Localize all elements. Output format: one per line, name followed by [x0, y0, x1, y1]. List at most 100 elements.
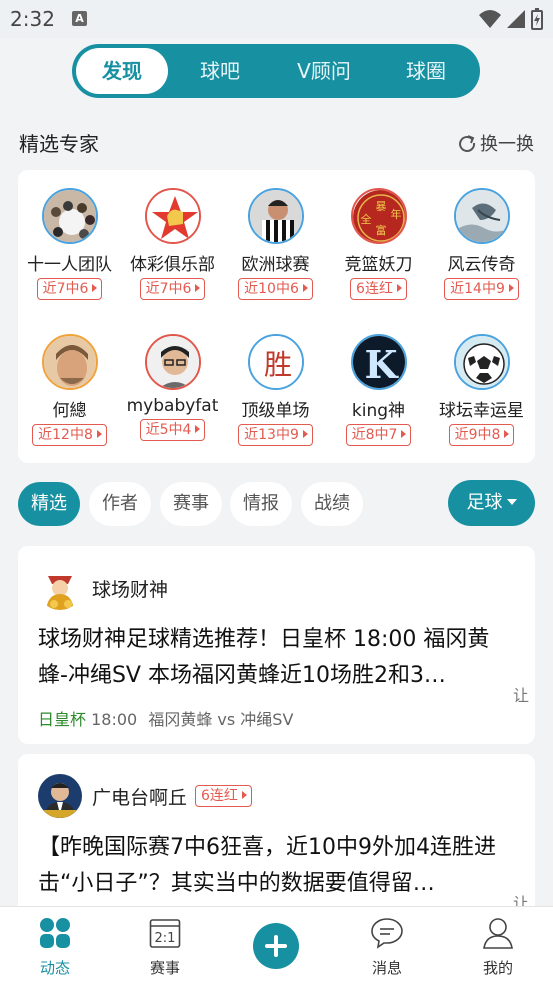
filter-intel[interactable]: 情报 — [230, 482, 292, 526]
nav-profile[interactable]: 我的 — [443, 907, 553, 984]
logo-char: 富 — [375, 223, 386, 237]
experts-grid: 十一人团队 近7中6 体彩俱乐部 近7中6 欧洲球赛 近10中6 暴全 年富 竞篮… — [18, 170, 535, 463]
tab-discover[interactable]: 发现 — [76, 48, 168, 94]
nav-label: 我的 — [482, 959, 513, 977]
expert-avatar — [453, 188, 510, 244]
card-header: 广电台啊丘 6连红 — [38, 774, 252, 818]
expert-avatar: 暴全 年富 — [350, 188, 407, 244]
nav-label: 消息 — [371, 959, 402, 977]
expert-name: 竞篮妖刀 — [344, 255, 413, 275]
filter-featured[interactable]: 精选 — [18, 482, 80, 526]
nav-messages[interactable]: 消息 — [332, 907, 442, 984]
nav-matches[interactable]: 2:1 赛事 — [110, 907, 220, 984]
expert-item[interactable]: K king神 近8中7 — [327, 334, 430, 446]
expert-name: 何總 — [52, 401, 87, 421]
expert-avatar — [41, 334, 98, 390]
feed-card[interactable]: 广电台啊丘 6连红 【昨晚国际赛7中6狂喜，近10中9外加4连胜进击“小日子”？… — [18, 754, 535, 924]
logo-char: 年 — [390, 207, 401, 221]
top-tab-bar: 发现 球吧 V顾问 球圈 — [72, 44, 480, 98]
publish-plus-button[interactable] — [253, 923, 299, 969]
expert-item[interactable]: 体彩俱乐部 近7中6 — [121, 188, 224, 300]
expert-name: 球坛幸运星 — [439, 401, 524, 421]
author-avatar — [38, 566, 82, 610]
author-name: 广电台啊丘 — [92, 786, 188, 809]
expert-name: king神 — [351, 401, 406, 421]
refresh-button[interactable]: 换一换 — [458, 130, 534, 156]
refresh-icon — [459, 135, 476, 152]
record-badge: 近7中6 — [36, 278, 103, 300]
arrow-right-icon — [508, 284, 514, 292]
filter-match[interactable]: 赛事 — [160, 482, 222, 526]
expert-item[interactable]: 胜 顶级单场 近13中9 — [224, 334, 327, 446]
arrow-right-icon — [195, 284, 201, 292]
sport-dropdown[interactable]: 足球 — [448, 480, 535, 526]
expert-avatar: 胜 — [247, 334, 304, 390]
expert-name: 顶级单场 — [241, 401, 310, 421]
arrow-right-icon — [92, 284, 98, 292]
expert-item[interactable]: 何總 近12中8 — [18, 334, 121, 446]
match-time: 18:00 — [91, 710, 138, 729]
record-badge: 近8中7 — [345, 424, 412, 446]
expert-avatar — [247, 188, 304, 244]
refresh-label: 换一换 — [480, 134, 534, 155]
feed-card[interactable]: 球场财神 球场财神足球精选推荐！日皇杯 18:00 福冈黄蜂-冲绳SV 本场福冈… — [18, 546, 535, 744]
expert-item[interactable]: 十一人团队 近7中6 — [18, 188, 121, 300]
arrow-right-icon — [96, 430, 102, 438]
record-badge: 6连红 — [350, 278, 407, 300]
bottom-nav: 动态 2:1 赛事 消息 我的 — [0, 906, 553, 984]
logo-char: 全 — [360, 212, 371, 226]
record-badge: 近14中9 — [444, 278, 519, 300]
message-icon — [371, 918, 403, 949]
record-badge: 近9中8 — [448, 424, 515, 446]
arrow-right-icon — [302, 430, 308, 438]
tab-ball-bar[interactable]: 球吧 — [168, 48, 272, 94]
arrow-right-icon — [195, 425, 201, 433]
arrow-right-icon — [401, 430, 407, 438]
author-name: 球场财神 — [92, 578, 169, 601]
caret-down-icon — [506, 499, 517, 505]
expert-item[interactable]: 风云传奇 近14中9 — [430, 188, 533, 300]
filter-author[interactable]: 作者 — [89, 482, 151, 526]
expert-item[interactable]: 球坛幸运星 近9中8 — [430, 334, 533, 446]
tab-v-advisor[interactable]: V顾问 — [272, 48, 376, 94]
match-info: 日皇杯 18:00 福冈黄蜂 vs 冲绳SV — [38, 706, 293, 730]
side-note: 让 — [512, 686, 529, 705]
arrow-right-icon — [504, 430, 510, 438]
expert-name: 体彩俱乐部 — [130, 255, 215, 275]
arrow-right-icon — [241, 791, 247, 799]
arrow-right-icon — [396, 284, 402, 292]
filter-record[interactable]: 战绩 — [301, 482, 363, 526]
record-badge: 近12中8 — [32, 424, 107, 446]
expert-name: mybabyfat — [126, 396, 219, 416]
expert-item[interactable]: mybabyfat 近5中4 — [121, 334, 224, 441]
wifi-icon — [479, 10, 501, 28]
record-badge: 6连红 — [195, 785, 252, 807]
scoreboard-text: 2:1 — [155, 931, 176, 946]
system-icons — [479, 8, 543, 30]
expert-name: 风云传奇 — [447, 255, 516, 275]
battery-icon — [531, 8, 543, 30]
expert-name: 欧洲球赛 — [241, 255, 310, 275]
nav-label: 赛事 — [149, 959, 180, 977]
notification-a-icon: A — [72, 11, 87, 26]
arrow-right-icon — [302, 284, 308, 292]
author-avatar — [38, 774, 82, 818]
status-bar: 2:32 A — [0, 0, 553, 38]
record-badge: 近10中6 — [238, 278, 313, 300]
match-teams: 福冈黄蜂 vs 冲绳SV — [148, 710, 294, 729]
expert-name: 十一人团队 — [27, 255, 112, 275]
tab-ball-circle[interactable]: 球圈 — [376, 48, 476, 94]
user-icon — [483, 918, 513, 949]
expert-avatar — [41, 188, 98, 244]
signal-icon — [507, 10, 525, 28]
expert-item[interactable]: 欧洲球赛 近10中6 — [224, 188, 327, 300]
feed-grid-icon — [40, 918, 70, 948]
status-time: 2:32 — [10, 7, 55, 31]
expert-item[interactable]: 暴全 年富 竞篮妖刀 6连红 — [327, 188, 430, 300]
post-title: 【昨晚国际赛7中6狂喜，近10中9外加4连胜进击“小日子”？其实当中的数据要值得… — [38, 835, 496, 896]
post-title: 球场财神足球精选推荐！日皇杯 18:00 福冈黄蜂-冲绳SV 本场福冈黄蜂近10… — [38, 627, 490, 688]
expert-avatar — [144, 188, 201, 244]
nav-feed[interactable]: 动态 — [0, 907, 110, 984]
expert-avatar — [453, 334, 510, 390]
logo-char: 暴 — [375, 200, 386, 213]
